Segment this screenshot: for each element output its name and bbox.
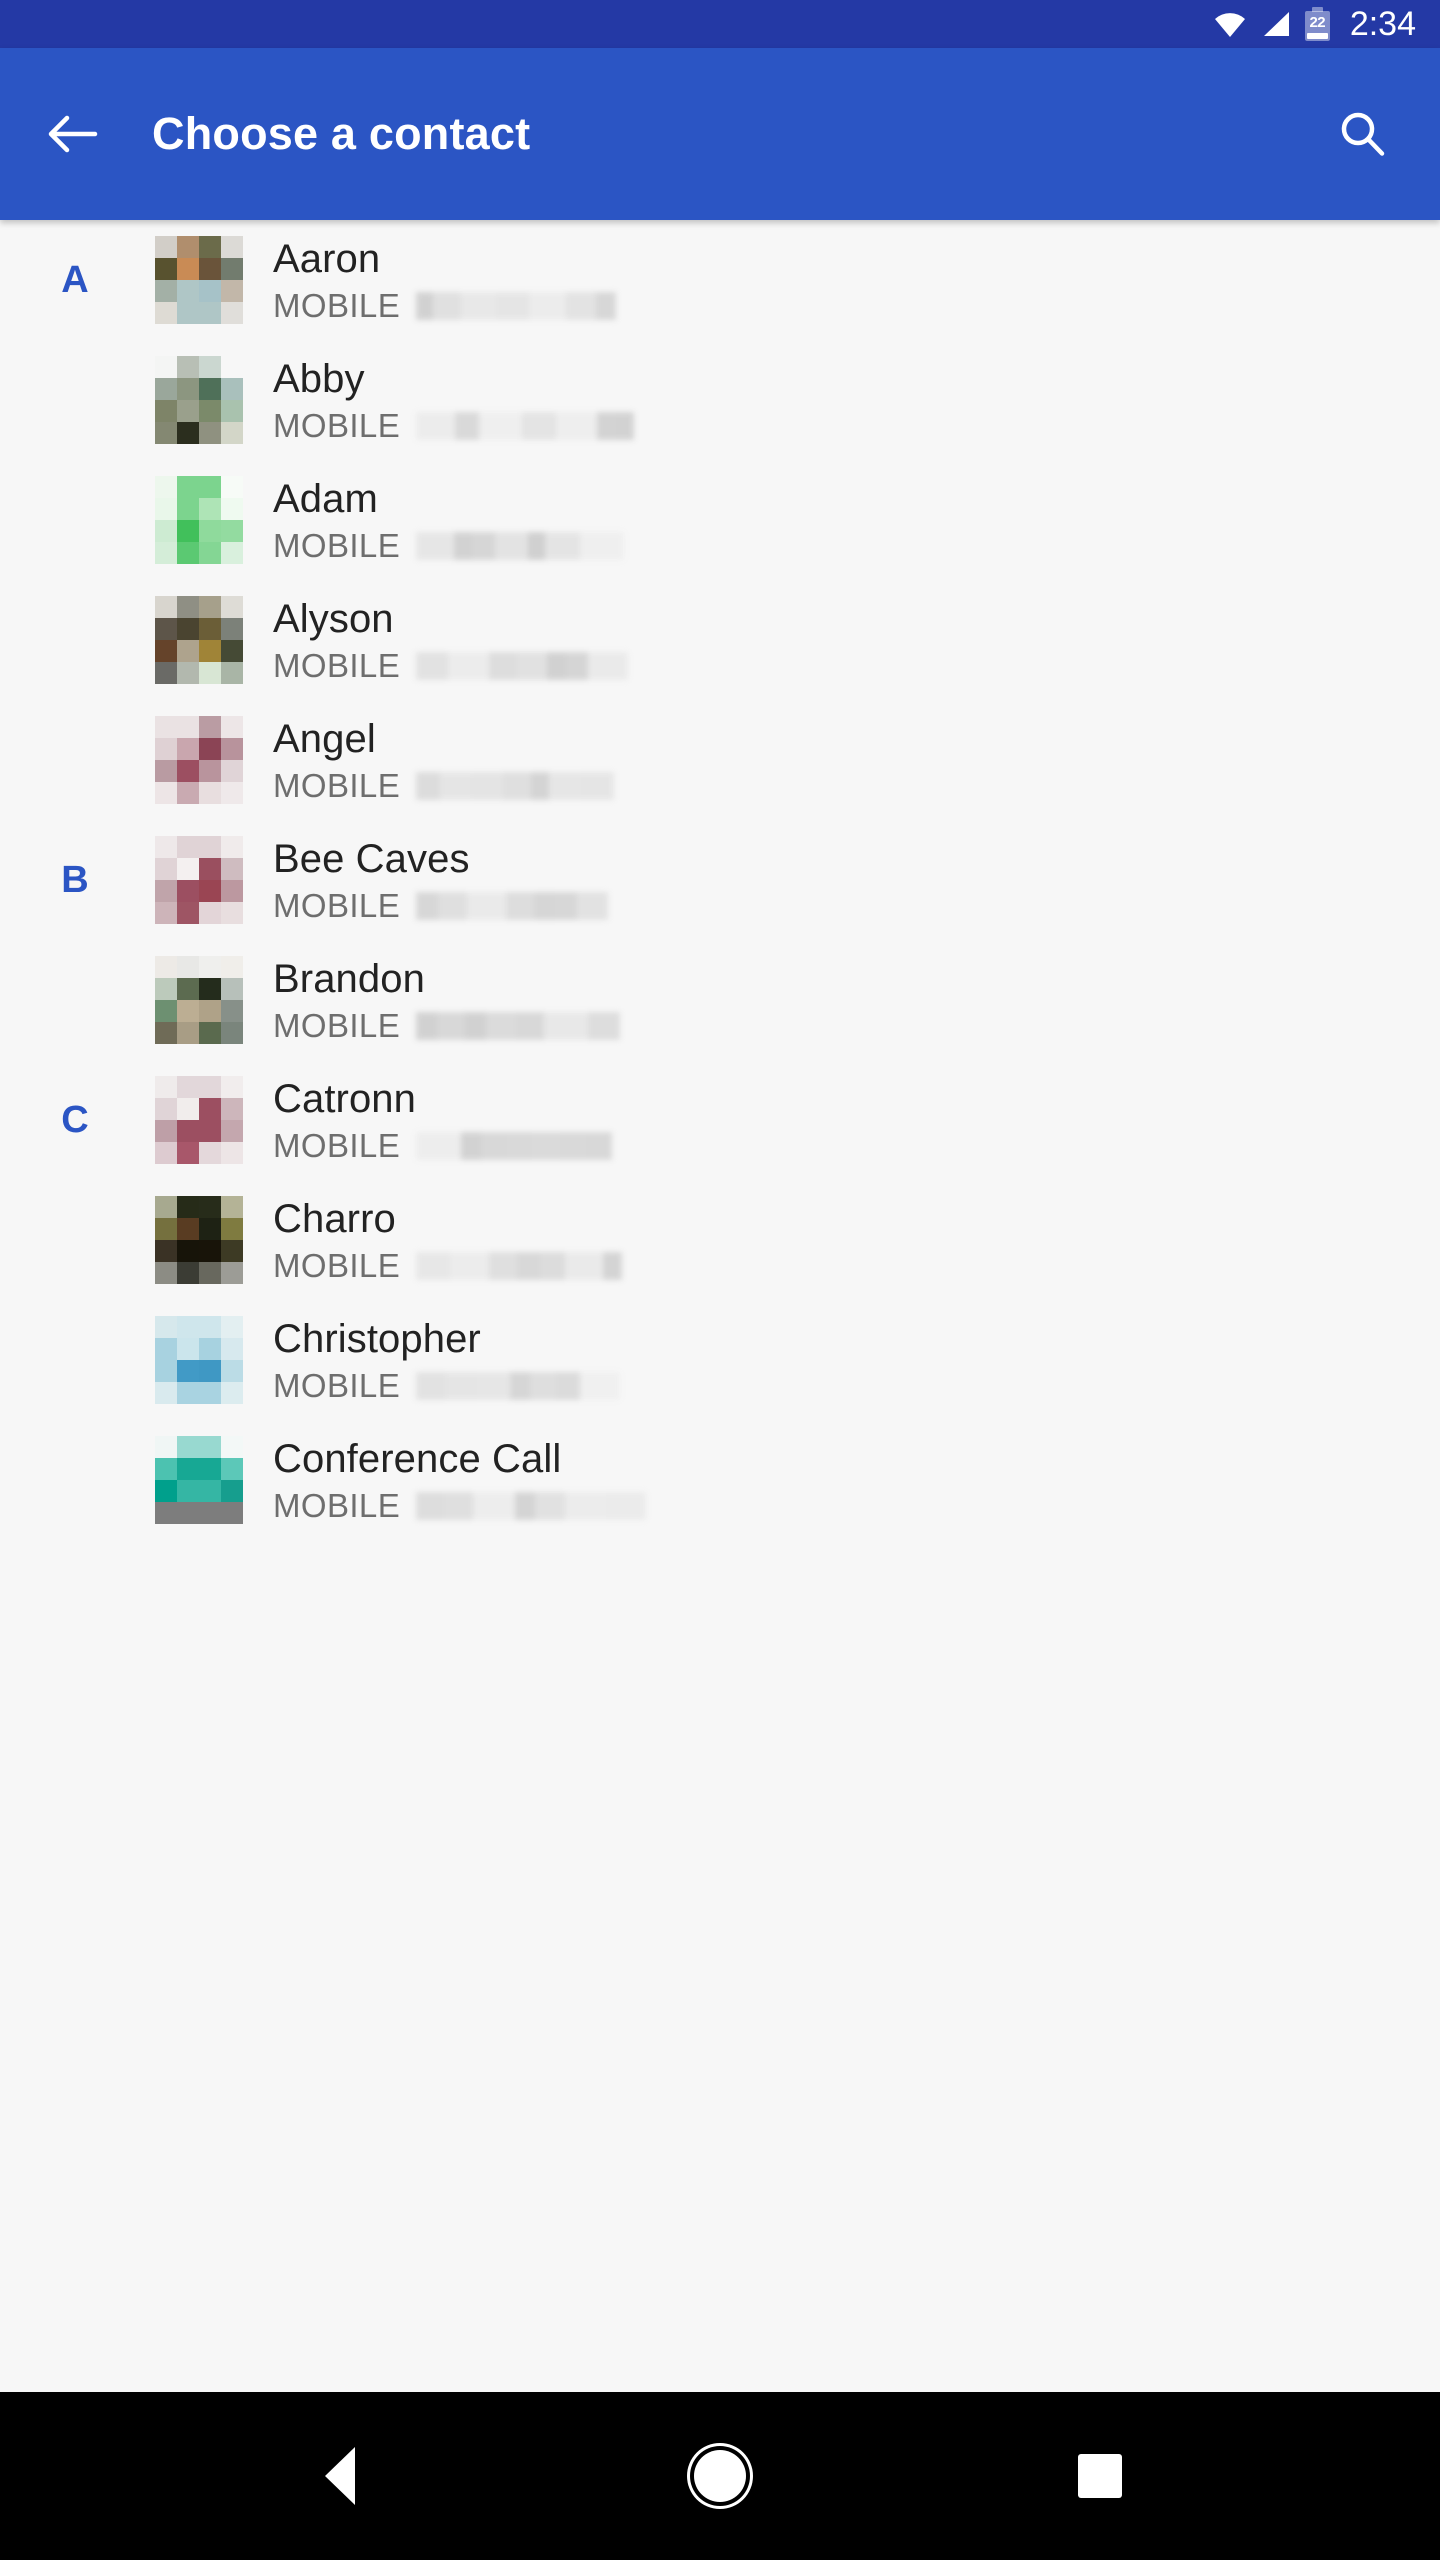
contact-row[interactable]: Alyson MOBILE — [0, 580, 1440, 700]
contact-avatar — [155, 1316, 243, 1404]
contact-name: Brandon — [273, 957, 425, 1001]
contact-avatar — [155, 956, 243, 1044]
contact-subtitle: MOBILE — [273, 648, 1410, 684]
contact-row[interactable]: Charro MOBILE — [0, 1180, 1440, 1300]
system-navigation-bar — [0, 2392, 1440, 2560]
contact-phone-label: MOBILE — [273, 767, 401, 804]
status-bar-clock: 2:34 — [1349, 5, 1416, 43]
contact-row[interactable]: Abby MOBILE — [0, 340, 1440, 460]
contact-phone-redacted — [416, 1492, 647, 1520]
contact-avatar — [155, 1196, 243, 1284]
contact-row[interactable]: Conference Call MOBILE — [0, 1420, 1440, 1540]
contact-row[interactable]: Christopher MOBILE — [0, 1300, 1440, 1420]
status-bar-icons: 22 — [1213, 7, 1330, 41]
contact-phone-redacted — [416, 1252, 623, 1280]
section-letter: B — [61, 859, 89, 901]
contact-name: Charro — [273, 1197, 396, 1241]
contact-avatar — [155, 596, 243, 684]
nav-recents-square-icon — [1078, 2454, 1122, 2498]
contact-subtitle: MOBILE — [273, 528, 1410, 564]
contact-name: Angel — [273, 717, 376, 761]
contact-row[interactable]: Angel MOBILE — [0, 700, 1440, 820]
nav-back-button[interactable] — [280, 2416, 400, 2536]
contact-name: Alyson — [273, 597, 394, 641]
contact-phone-label: MOBILE — [273, 1007, 401, 1044]
nav-home-circle-icon — [694, 2450, 746, 2502]
contact-subtitle: MOBILE — [273, 408, 1410, 444]
contact-phone-label: MOBILE — [273, 1367, 401, 1404]
contact-subtitle: MOBILE — [273, 1368, 1410, 1404]
cellular-signal-icon — [1261, 11, 1291, 37]
contact-phone-redacted — [416, 1372, 621, 1400]
contact-name: Conference Call — [273, 1437, 562, 1481]
contact-phone-label: MOBILE — [273, 1127, 401, 1164]
search-button[interactable] — [1326, 98, 1398, 170]
contact-name: Catronn — [273, 1077, 417, 1121]
contact-avatar — [155, 476, 243, 564]
nav-home-button[interactable] — [660, 2416, 780, 2536]
section-letter: A — [61, 259, 89, 301]
contact-avatar — [155, 356, 243, 444]
contact-phone-redacted — [416, 292, 617, 320]
contact-phone-redacted — [416, 652, 629, 680]
status-bar: 22 2:34 — [0, 0, 1440, 48]
contact-name: Aaron — [273, 237, 381, 281]
contact-phone-redacted — [416, 772, 615, 800]
contact-avatar — [155, 836, 243, 924]
contact-avatar — [155, 236, 243, 324]
contact-phone-label: MOBILE — [273, 647, 401, 684]
android-screen: 22 2:34 Choose a contact A Aaron MOBILE Abb… — [0, 0, 1440, 2560]
contact-subtitle: MOBILE — [273, 1008, 1410, 1044]
contact-subtitle: MOBILE — [273, 1128, 1410, 1164]
contact-row[interactable]: C Catronn MOBILE — [0, 1060, 1440, 1180]
contact-row[interactable]: Adam MOBILE — [0, 460, 1440, 580]
contact-phone-label: MOBILE — [273, 887, 401, 924]
contact-name: Abby — [273, 357, 365, 401]
search-icon — [1341, 112, 1385, 156]
contact-name: Adam — [273, 477, 378, 521]
contact-phone-label: MOBILE — [273, 287, 401, 324]
contact-row[interactable]: Brandon MOBILE — [0, 940, 1440, 1060]
contact-phone-redacted — [416, 412, 635, 440]
contact-avatar — [155, 1076, 243, 1164]
contact-phone-redacted — [416, 892, 609, 920]
contact-list[interactable]: A Aaron MOBILE Abby MOBILE Adam MOBILE Alyson MO… — [0, 220, 1440, 2392]
app-bar: Choose a contact — [0, 48, 1440, 220]
contact-avatar — [155, 716, 243, 804]
contact-subtitle: MOBILE — [273, 888, 1410, 924]
contact-avatar — [155, 1436, 243, 1524]
battery-level-text: 22 — [1309, 14, 1326, 31]
nav-recents-button[interactable] — [1040, 2416, 1160, 2536]
contact-name: Bee Caves — [273, 837, 470, 881]
contact-phone-label: MOBILE — [273, 1247, 401, 1284]
section-letter: C — [61, 1099, 89, 1141]
contact-phone-label: MOBILE — [273, 1487, 401, 1524]
contact-phone-label: MOBILE — [273, 527, 401, 564]
contact-subtitle: MOBILE — [273, 1488, 1410, 1524]
contact-subtitle: MOBILE — [273, 1248, 1410, 1284]
page-title: Choose a contact — [152, 108, 531, 159]
wifi-icon — [1213, 11, 1247, 37]
contact-phone-redacted — [416, 1012, 621, 1040]
contact-phone-redacted — [416, 532, 625, 560]
contact-subtitle: MOBILE — [273, 768, 1410, 804]
contact-subtitle: MOBILE — [273, 288, 1410, 324]
contact-phone-redacted — [416, 1132, 613, 1160]
contact-phone-label: MOBILE — [273, 407, 401, 444]
battery-icon: 22 — [1304, 7, 1330, 41]
back-arrow-icon — [48, 115, 98, 153]
contact-row[interactable]: B Bee Caves MOBILE — [0, 820, 1440, 940]
nav-back-triangle-icon — [325, 2447, 355, 2505]
contact-row[interactable]: A Aaron MOBILE — [0, 220, 1440, 340]
back-button[interactable] — [36, 98, 108, 170]
contact-name: Christopher — [273, 1317, 481, 1361]
